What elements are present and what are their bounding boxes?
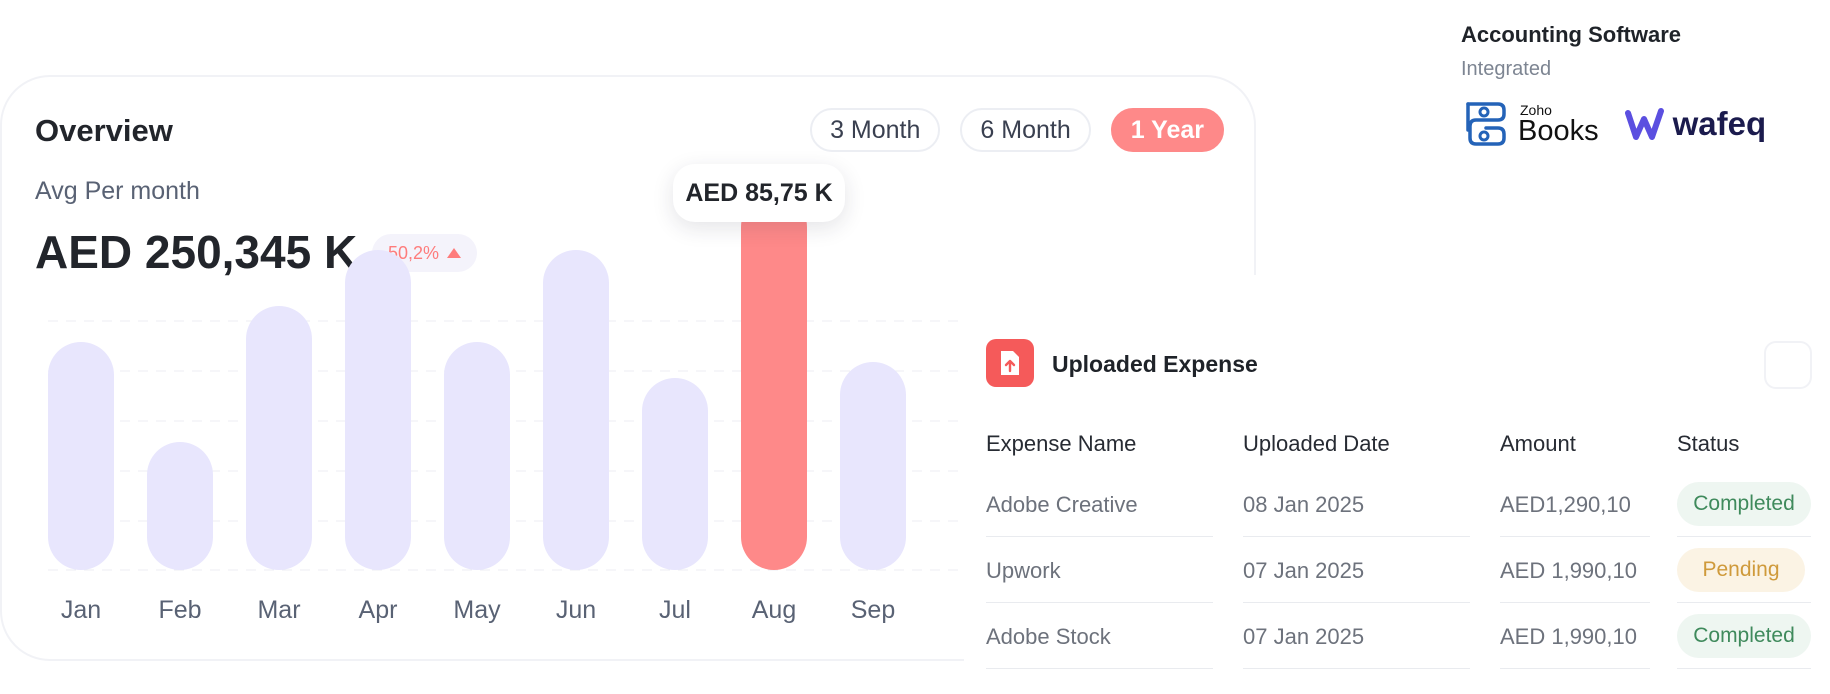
x-tick-label: Jul (659, 596, 691, 624)
row-divider (1500, 536, 1650, 537)
row-divider (1677, 536, 1811, 537)
header-amount: Amount (1500, 431, 1576, 456)
row-divider (986, 668, 1213, 669)
chart-tooltip: AED 85,75 K (673, 164, 845, 222)
status-badge: Completed (1677, 614, 1811, 658)
uploaded-date-cell: 07 Jan 2025 (1243, 624, 1365, 649)
integration-logos: Zoho Books wafeq (1462, 100, 1766, 148)
x-tick-label: May (453, 596, 501, 624)
row-divider (1500, 602, 1650, 603)
x-tick-label: Feb (158, 596, 201, 624)
amount-cell: AED1,290,10 (1500, 492, 1631, 517)
bar-may[interactable] (444, 342, 510, 570)
amount-cell: AED 1,990,10 (1500, 624, 1637, 649)
x-tick-label: Jan (61, 596, 101, 624)
x-tick-label: Sep (851, 596, 895, 624)
accounting-title: Accounting Software (1461, 22, 1682, 47)
expense-name-cell: Adobe Stock (986, 624, 1111, 649)
file-upload-icon (986, 339, 1034, 387)
row-divider (986, 602, 1213, 603)
x-tick-label: Aug (752, 596, 796, 624)
header-expense-name: Expense Name (986, 431, 1137, 456)
x-tick-label: Mar (257, 596, 300, 624)
status-badge: Completed (1677, 482, 1811, 526)
uploaded-date-cell: 08 Jan 2025 (1243, 492, 1365, 517)
bar-sep[interactable] (840, 362, 906, 570)
bar-feb[interactable] (147, 442, 213, 570)
bar-jan[interactable] (48, 342, 114, 570)
x-tick-label: Jun (556, 596, 596, 624)
uploaded-date-cell: 07 Jan 2025 (1243, 558, 1365, 583)
uploaded-expense-title: Uploaded Expense (1052, 351, 1258, 377)
zoho-logo-big-text: Books (1518, 114, 1599, 147)
zoho-books-icon (1466, 102, 1506, 146)
bar-aug[interactable] (741, 194, 807, 570)
row-divider (1243, 602, 1470, 603)
bar-jul[interactable] (642, 378, 708, 570)
x-tick-label: Apr (359, 596, 398, 624)
uploaded-expense-panel: Uploaded Expense Expense Name Uploaded D… (964, 275, 1830, 694)
bar-mar[interactable] (246, 306, 312, 570)
wafeq-logo-text: wafeq (1672, 105, 1767, 142)
row-divider (1500, 668, 1650, 669)
expense-name-cell: Upwork (986, 558, 1061, 583)
row-divider (986, 536, 1213, 537)
row-divider (1677, 602, 1811, 603)
wafeq-logo[interactable]: wafeq (1624, 105, 1767, 143)
accounting-subtitle: Integrated (1461, 58, 1552, 80)
amount-cell: AED 1,990,10 (1500, 558, 1637, 583)
header-status: Status (1677, 431, 1740, 456)
zoho-books-logo[interactable]: Zoho Books (1462, 100, 1599, 148)
bar-jun[interactable] (543, 250, 609, 570)
row-divider (1243, 668, 1470, 669)
bar-apr[interactable] (345, 250, 411, 570)
header-uploaded-date: Uploaded Date (1243, 431, 1390, 456)
status-badge: Pending (1677, 548, 1805, 592)
row-divider (1677, 668, 1811, 669)
row-divider (1243, 536, 1470, 537)
expense-name-cell: Adobe Creative (986, 492, 1138, 517)
more-options-button[interactable] (1764, 341, 1812, 389)
wafeq-icon (1624, 108, 1664, 140)
